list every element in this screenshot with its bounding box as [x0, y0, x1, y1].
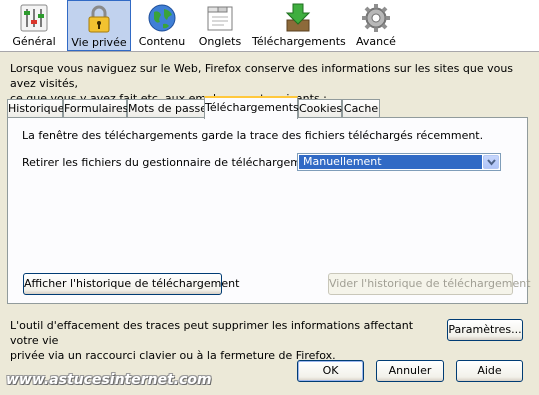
download-arrow-icon: [285, 3, 311, 32]
ok-button[interactable]: OK: [297, 360, 364, 382]
toolbar-item-avance[interactable]: Avancé: [350, 0, 402, 51]
intro-line: Lorsque vous naviguez sur le Web, Firefo…: [10, 62, 514, 90]
preferences-toolbar: Général Vie privée Contenu Onglets Téléc…: [0, 0, 539, 52]
downloads-description: La fenêtre des téléchargements garde la …: [22, 129, 484, 142]
general-switches-icon: [20, 4, 48, 32]
remove-files-select[interactable]: Manuellement: [297, 153, 501, 171]
gear-icon: [362, 4, 390, 32]
settings-button[interactable]: Paramètres...: [447, 319, 523, 341]
globe-icon: [148, 4, 176, 32]
clear-private-data-text: L'outil d'effacement des traces peut sup…: [10, 318, 430, 363]
tabs-window-icon: [207, 6, 233, 31]
toolbar-item-general[interactable]: Général: [4, 0, 64, 51]
help-button[interactable]: Aide: [456, 360, 523, 382]
toolbar-item-vie-privee[interactable]: Vie privée: [67, 0, 131, 51]
footer-line: privée via un raccourci clavier ou à la …: [10, 349, 336, 362]
chevron-down-icon[interactable]: [483, 155, 499, 169]
tab-cache[interactable]: Cache: [342, 99, 380, 118]
toolbar-item-label: Contenu: [138, 35, 186, 48]
tab-telechargements[interactable]: Téléchargements: [204, 96, 299, 119]
remove-files-label: Retirer les fichiers du gestionnaire de …: [22, 156, 325, 169]
toolbar-item-label: Onglets: [198, 35, 242, 48]
footer-line: L'outil d'effacement des traces peut sup…: [10, 319, 414, 347]
remove-files-selected-value: Manuellement: [299, 155, 482, 169]
toolbar-item-onglets[interactable]: Onglets: [193, 0, 247, 51]
tab-cookies[interactable]: Cookies: [298, 99, 342, 118]
toolbar-item-label: Téléchargements: [252, 35, 346, 48]
show-download-history-button[interactable]: Afficher l'historique de téléchargement: [23, 273, 239, 295]
clear-download-history-button[interactable]: Vider l'historique de téléchargement: [328, 273, 531, 295]
toolbar-item-label: Général: [12, 35, 56, 48]
toolbar-item-telechargements[interactable]: Téléchargements: [252, 0, 346, 51]
toolbar-item-label: Vie privée: [71, 36, 127, 49]
tab-historique[interactable]: Historique: [7, 99, 64, 118]
downloads-tab-panel: La fenêtre des téléchargements garde la …: [7, 117, 531, 304]
toolbar-item-label: Avancé: [356, 35, 396, 48]
watermark-text: www.astucesinternet.com: [6, 372, 212, 388]
padlock-icon: [88, 5, 110, 33]
toolbar-item-contenu[interactable]: Contenu: [134, 0, 190, 51]
tab-formulaires[interactable]: Formulaires: [63, 99, 128, 118]
cancel-button[interactable]: Annuler: [376, 360, 444, 382]
tab-mots-de-passe[interactable]: Mots de passe: [127, 99, 207, 118]
